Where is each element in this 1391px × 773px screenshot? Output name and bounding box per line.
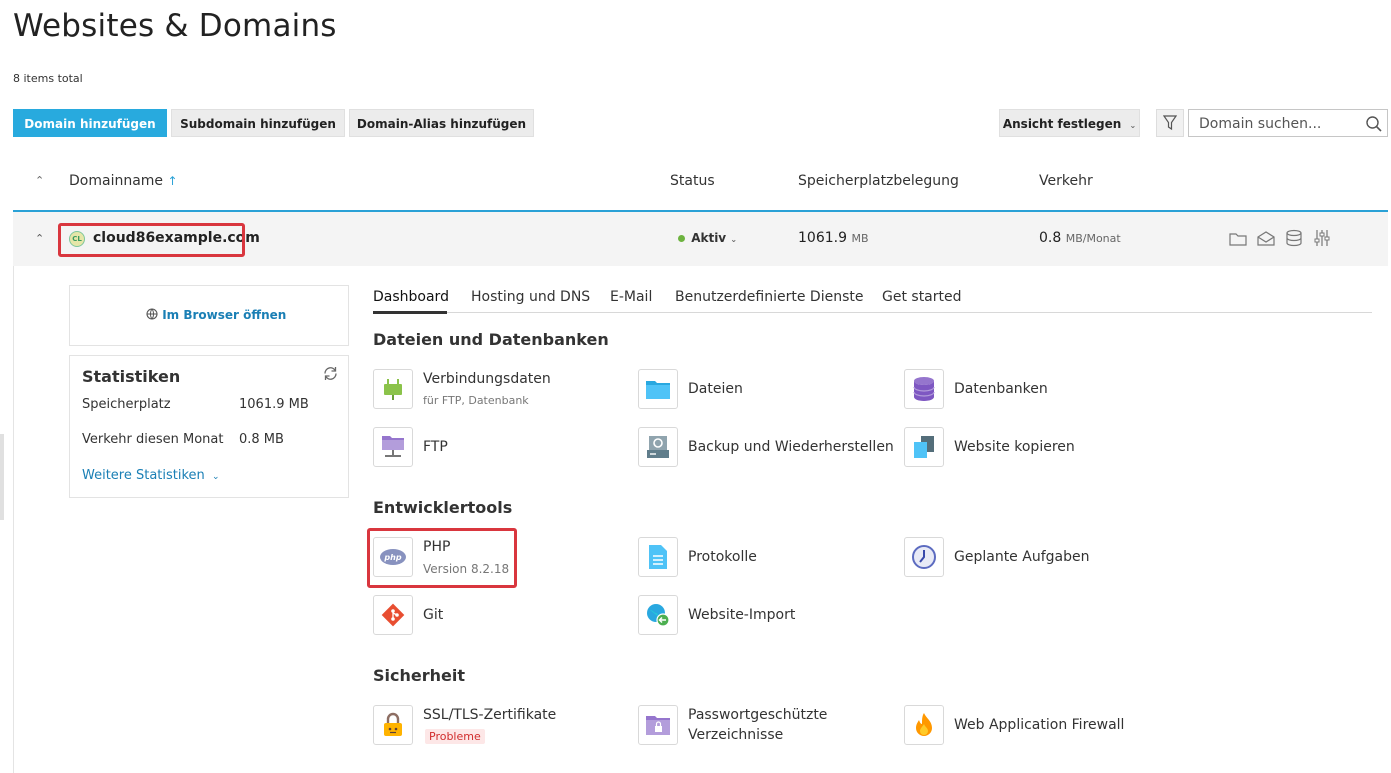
tab-custom-services[interactable]: Benutzerdefinierte Dienste <box>675 289 863 305</box>
highlight-domain <box>58 223 245 257</box>
storage-unit: MB <box>851 232 869 245</box>
folder-icon <box>638 369 678 409</box>
scrollbar[interactable] <box>0 434 4 520</box>
status-label: Aktiv <box>691 231 727 245</box>
database-icon[interactable] <box>1285 229 1303 247</box>
tab-email[interactable]: E-Mail <box>610 289 652 305</box>
tab-get-started[interactable]: Get started <box>882 289 962 305</box>
statistics-title: Statistiken <box>82 367 181 386</box>
chevron-down-icon: ⌄ <box>1129 121 1137 130</box>
page-title: Websites & Domains <box>13 8 337 44</box>
stat-storage-value: 1061.9 MB <box>239 397 309 412</box>
backup-icon <box>638 427 678 467</box>
tool-label: Git <box>423 607 444 623</box>
search-box <box>1188 109 1388 137</box>
firewall-icon <box>904 705 944 745</box>
tool-label: Verbindungsdaten <box>423 371 551 387</box>
search-icon[interactable] <box>1365 115 1383 133</box>
tool-label-line2: Verzeichnisse <box>688 727 784 743</box>
open-in-browser-link[interactable]: Im Browser öffnen <box>146 308 286 322</box>
storage-usage: 1061.9 MB <box>798 230 869 246</box>
globe-icon <box>146 308 158 320</box>
traffic-usage: 0.8 MB/Monat <box>1039 230 1121 246</box>
sort-asc-icon: ↑ <box>167 174 178 188</box>
globe-import-icon <box>638 595 678 635</box>
search-input[interactable] <box>1197 111 1366 137</box>
storage-value: 1061.9 <box>798 230 847 246</box>
chevron-down-icon: ⌄ <box>211 472 220 482</box>
tool-label: Website-Import <box>688 607 796 623</box>
mail-icon[interactable] <box>1257 230 1275 247</box>
chevron-down-icon: ⌄ <box>730 235 738 244</box>
tab-hosting-dns[interactable]: Hosting und DNS <box>471 289 590 305</box>
add-domain-alias-button[interactable]: Domain-Alias hinzufügen <box>349 109 534 137</box>
log-icon <box>638 537 678 577</box>
tab-dashboard[interactable]: Dashboard <box>373 289 449 305</box>
tool-sublabel: Probleme <box>425 729 485 744</box>
stat-storage-label: Speicherplatz <box>82 397 171 412</box>
expanded-left-border <box>13 266 14 773</box>
tool-label: Geplante Aufgaben <box>954 549 1090 565</box>
column-header-domain[interactable]: Domainname ↑ <box>69 173 178 189</box>
tool-label: Backup und Wiederherstellen <box>688 439 894 455</box>
tool-label: Dateien <box>688 381 743 397</box>
lock-icon <box>373 705 413 745</box>
stat-traffic-value: 0.8 MB <box>239 432 284 447</box>
problems-badge: Probleme <box>425 729 485 744</box>
tool-label: Website kopieren <box>954 439 1075 455</box>
tool-sublabel: für FTP, Datenbank <box>423 394 529 407</box>
git-icon <box>373 595 413 635</box>
tool-label-line1: Passwortgeschützte <box>688 707 828 723</box>
column-header-status[interactable]: Status <box>670 173 715 189</box>
refresh-icon[interactable] <box>322 365 339 382</box>
ftp-folder-icon <box>373 427 413 467</box>
filter-icon <box>1163 115 1177 131</box>
traffic-value: 0.8 <box>1039 230 1062 246</box>
open-browser-panel: Im Browser öffnen <box>69 285 349 346</box>
active-tab-indicator <box>373 311 447 314</box>
folder-icon[interactable] <box>1229 231 1247 247</box>
collapse-row-icon[interactable]: ⌃ <box>35 232 44 245</box>
column-header-domain-label: Domainname <box>69 173 164 189</box>
tool-label: Protokolle <box>688 549 757 565</box>
tool-label: Datenbanken <box>954 381 1048 397</box>
status-dropdown[interactable]: Aktiv ⌄ <box>678 231 737 245</box>
clock-icon <box>904 537 944 577</box>
section-title-files: Dateien und Datenbanken <box>373 330 609 349</box>
open-in-browser-label: Im Browser öffnen <box>162 308 287 322</box>
view-settings-label: Ansicht festlegen <box>1002 117 1122 131</box>
filter-button[interactable] <box>1156 109 1184 137</box>
status-dot <box>678 235 685 242</box>
tabs-divider <box>373 312 1372 313</box>
column-header-traffic[interactable]: Verkehr <box>1039 173 1093 189</box>
items-total: 8 items total <box>13 72 83 85</box>
tool-label: SSL/TLS-Zertifikate <box>423 707 557 723</box>
database-icon <box>904 369 944 409</box>
column-header-storage[interactable]: Speicherplatzbelegung <box>798 173 959 189</box>
statistics-panel: Statistiken Speicherplatz 1061.9 MB Verk… <box>69 355 349 498</box>
more-statistics-label: Weitere Statistiken <box>82 468 205 483</box>
view-settings-button[interactable]: Ansicht festlegen ⌄ <box>999 109 1140 137</box>
plug-icon <box>373 369 413 409</box>
tool-label: FTP <box>423 439 448 455</box>
add-domain-button[interactable]: Domain hinzufügen <box>13 109 167 137</box>
settings-sliders-icon[interactable] <box>1313 229 1331 247</box>
section-title-security: Sicherheit <box>373 666 465 685</box>
tool-label: Web Application Firewall <box>954 717 1125 733</box>
more-statistics-link[interactable]: Weitere Statistiken ⌄ <box>82 468 219 483</box>
highlight-php <box>367 528 517 588</box>
section-title-dev: Entwicklertools <box>373 498 513 517</box>
copy-icon <box>904 427 944 467</box>
collapse-all-icon[interactable]: ⌃ <box>35 174 44 187</box>
stat-traffic-label: Verkehr diesen Monat <box>82 432 224 447</box>
traffic-unit: MB/Monat <box>1065 232 1121 245</box>
add-subdomain-button[interactable]: Subdomain hinzufügen <box>171 109 345 137</box>
protected-folder-icon <box>638 705 678 745</box>
